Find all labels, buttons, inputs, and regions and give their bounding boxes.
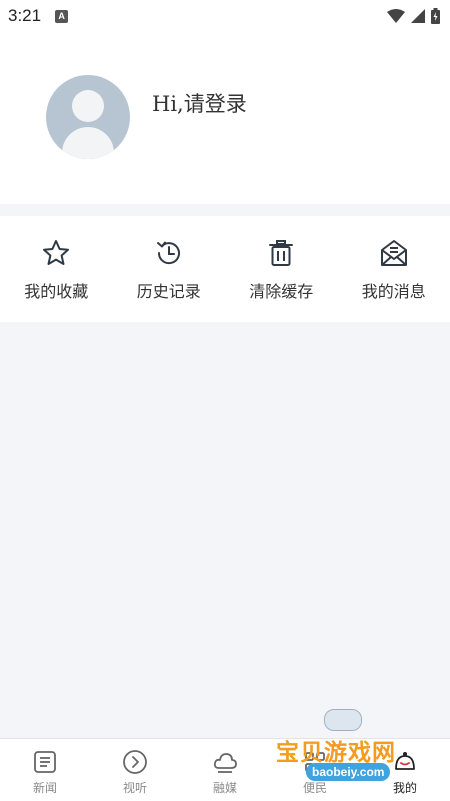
- clear-cache-button[interactable]: 清除缓存: [231, 216, 331, 302]
- avatar[interactable]: [46, 75, 130, 159]
- play-circle-icon: [123, 750, 147, 774]
- cloud-icon: [213, 753, 237, 773]
- notification-a-icon: A: [55, 9, 69, 23]
- tab-news[interactable]: 新闻: [0, 739, 90, 801]
- messages-label: 我的消息: [361, 282, 426, 301]
- battery-icon: [431, 8, 440, 24]
- favorites-label: 我的收藏: [24, 282, 89, 301]
- news-icon: [34, 751, 56, 773]
- star-icon: [43, 240, 70, 265]
- trash-icon: [269, 240, 294, 266]
- wifi-icon: [387, 9, 405, 23]
- watermark-logo: 宝贝游戏网 baobeiy.com: [276, 705, 422, 789]
- tab-news-label: 新闻: [32, 781, 57, 795]
- profile-header[interactable]: Hi,请登录: [0, 32, 450, 204]
- mail-icon: [380, 240, 407, 266]
- gamepad-icon: [324, 709, 362, 731]
- signal-icon: [411, 9, 425, 23]
- history-button[interactable]: 历史记录: [119, 216, 219, 302]
- tab-media-label: 视听: [122, 781, 147, 795]
- login-greeting[interactable]: Hi,请登录: [152, 88, 247, 118]
- watermark-text: 宝贝游戏网: [276, 740, 396, 766]
- tab-media[interactable]: 视听: [90, 739, 180, 801]
- status-bar: 3:21 A: [0, 0, 450, 32]
- tab-convergence[interactable]: 融媒: [180, 739, 270, 801]
- tab-convergence-label: 融媒: [212, 781, 237, 795]
- history-clock-icon: [156, 241, 180, 265]
- status-time: 3:21: [8, 6, 42, 25]
- favorites-button[interactable]: 我的收藏: [6, 216, 106, 302]
- history-label: 历史记录: [136, 282, 201, 301]
- clear-cache-label: 清除缓存: [249, 282, 314, 301]
- messages-button[interactable]: 我的消息: [344, 216, 444, 302]
- watermark-url: baobeiy.com: [306, 763, 391, 781]
- quick-actions: 我的收藏 历史记录 清除缓存 我的消息: [0, 216, 450, 322]
